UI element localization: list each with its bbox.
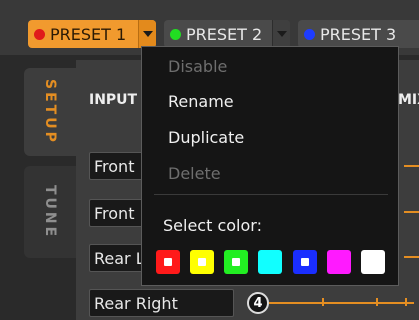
preset-tab-2-label: PRESET 2 <box>186 24 263 44</box>
preset-tab-1-label: PRESET 1 <box>50 24 127 44</box>
tab-setup-label: SETUP <box>42 79 58 145</box>
mix-line <box>404 211 419 213</box>
chevron-down-icon <box>142 31 153 37</box>
slider-tick <box>322 298 324 306</box>
channel-number-badge[interactable]: 4 <box>247 292 269 314</box>
chevron-down-icon <box>276 31 287 37</box>
preset-tab-3-label: PRESET 3 <box>320 24 397 44</box>
tab-setup[interactable]: SETUP <box>24 68 76 156</box>
preset-2-dropdown-button[interactable] <box>272 20 290 48</box>
menu-item-delete[interactable]: Delete <box>168 164 221 183</box>
menu-separator <box>154 194 388 195</box>
selected-marker-icon <box>232 258 240 266</box>
preset-1-dropdown-button[interactable] <box>138 20 156 48</box>
selected-marker-icon <box>164 258 172 266</box>
slider-tick <box>376 298 378 306</box>
preset-1-color-dot-icon <box>34 28 45 40</box>
color-swatch-magenta[interactable] <box>327 250 351 274</box>
channel-rear-right[interactable]: Rear Right <box>89 289 234 317</box>
color-swatch-green[interactable] <box>224 250 248 274</box>
preset-tab-3[interactable]: PRESET 3 <box>298 20 419 48</box>
preset-2-color-dot-icon <box>170 28 181 40</box>
color-swatch-white[interactable] <box>361 250 385 274</box>
mix-slider-track[interactable] <box>269 302 414 304</box>
menu-item-disable[interactable]: Disable <box>168 57 227 76</box>
slider-tick <box>405 298 407 306</box>
preset-tab-2[interactable]: PRESET 2 <box>164 20 290 48</box>
preset-3-color-dot-icon <box>304 28 315 40</box>
mix-line <box>404 256 419 258</box>
selected-marker-icon <box>198 258 206 266</box>
mix-line <box>404 165 419 167</box>
color-swatch-cyan[interactable] <box>258 250 282 274</box>
tab-tune-label: TUNE <box>42 184 58 240</box>
color-swatch-yellow[interactable] <box>190 250 214 274</box>
color-swatch-red[interactable] <box>156 250 180 274</box>
menu-item-rename[interactable]: Rename <box>168 92 234 111</box>
select-color-label: Select color: <box>163 216 262 235</box>
selected-marker-icon <box>301 258 309 266</box>
color-swatch-blue[interactable] <box>293 250 317 274</box>
menu-item-duplicate[interactable]: Duplicate <box>168 128 244 147</box>
input-header: INPUT <box>89 92 138 108</box>
mix-header: MIX <box>398 92 419 108</box>
preset-tab-1[interactable]: PRESET 1 <box>28 20 156 48</box>
tab-tune[interactable]: TUNE <box>24 166 76 258</box>
preset-context-menu: Disable Rename Duplicate Delete Select c… <box>141 46 399 286</box>
